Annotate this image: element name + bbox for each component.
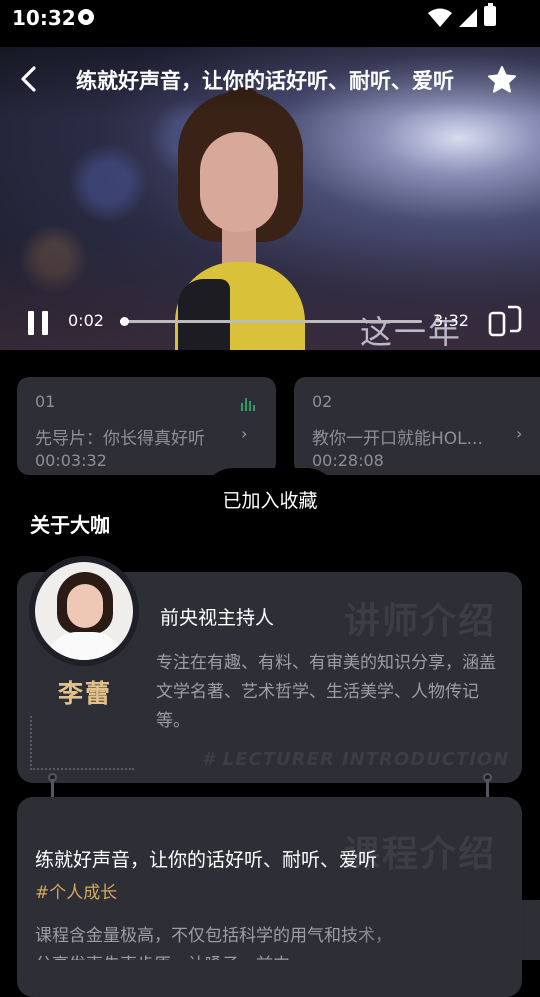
total-time: 3:32 — [433, 311, 469, 330]
toast-message: 已加入收藏 — [222, 490, 318, 512]
pause-icon-bar-left — [28, 311, 34, 335]
seek-bar-thumb[interactable] — [120, 317, 130, 326]
cellular-signal-icon — [459, 9, 477, 27]
video-title: 练就好声音，让你的话好听、耐听、爱听 — [76, 69, 454, 93]
fullscreen-icon[interactable] — [488, 305, 522, 337]
episode-duration: 00:28:08 — [312, 451, 384, 470]
decorative-dotted-line — [30, 716, 134, 770]
watermark-lecturer-intro-en: # LECTURER INTRODUCTION — [202, 749, 510, 770]
presenter-figure-neck — [222, 227, 256, 267]
episode-title: 教你一开口就能HOL... — [312, 429, 483, 449]
lecturer-role: 前央视主持人 — [160, 607, 275, 629]
battery-icon — [484, 3, 496, 26]
lecturer-bio: 专注在有趣、有料、有审美的知识分享，涵盖文学名著、艺术哲学、生活美学、人物传记等… — [156, 653, 496, 731]
pause-icon-bar-right — [42, 311, 48, 335]
episode-duration: 00:03:32 — [35, 451, 107, 470]
presenter-figure-sleeve — [178, 279, 230, 350]
episode-card-2[interactable]: 02 教你一开口就能HOL... › 00:28:08 — [294, 377, 540, 475]
video-player[interactable]: 这一年 练就好声音，让你的话好听、耐听、爱听 0:02 3:32 — [0, 47, 540, 350]
episode-title: 先导片：你长得真好听 — [35, 429, 205, 449]
episode-card-1[interactable]: 01 先导片：你长得真好听 › 00:03:32 — [17, 377, 276, 475]
section-heading-about: 关于大咖 — [30, 513, 110, 537]
watermark-lecturer-intro: 讲师介绍 — [344, 601, 497, 642]
current-time: 0:02 — [68, 311, 104, 330]
episode-number: 01 — [35, 392, 56, 411]
course-tag[interactable]: #个人成长 — [35, 878, 117, 903]
course-title: 练就好声音，让你的话好听、耐听、爱听 — [35, 849, 378, 871]
presenter-figure-face — [200, 132, 278, 232]
pause-button[interactable] — [26, 309, 54, 337]
chevron-right-icon: › — [241, 424, 248, 443]
wifi-icon — [428, 8, 452, 27]
star-icon[interactable] — [486, 64, 518, 96]
back-arrow-icon[interactable] — [14, 63, 46, 95]
lecturer-avatar[interactable] — [35, 562, 133, 660]
episode-number: 02 — [312, 392, 333, 411]
toast: 已加入收藏 — [200, 468, 340, 530]
seek-bar[interactable] — [120, 317, 422, 326]
avatar-face — [67, 584, 103, 628]
status-time: 10:32 — [12, 6, 76, 30]
course-description-fade — [345, 900, 540, 960]
chevron-right-icon: › — [516, 424, 523, 443]
app-notification-icon — [78, 9, 94, 25]
now-playing-icon — [241, 397, 257, 411]
status-bar: 10:32 — [0, 0, 540, 38]
lecturer-name: 李蕾 — [58, 679, 113, 708]
avatar-body — [47, 632, 123, 660]
